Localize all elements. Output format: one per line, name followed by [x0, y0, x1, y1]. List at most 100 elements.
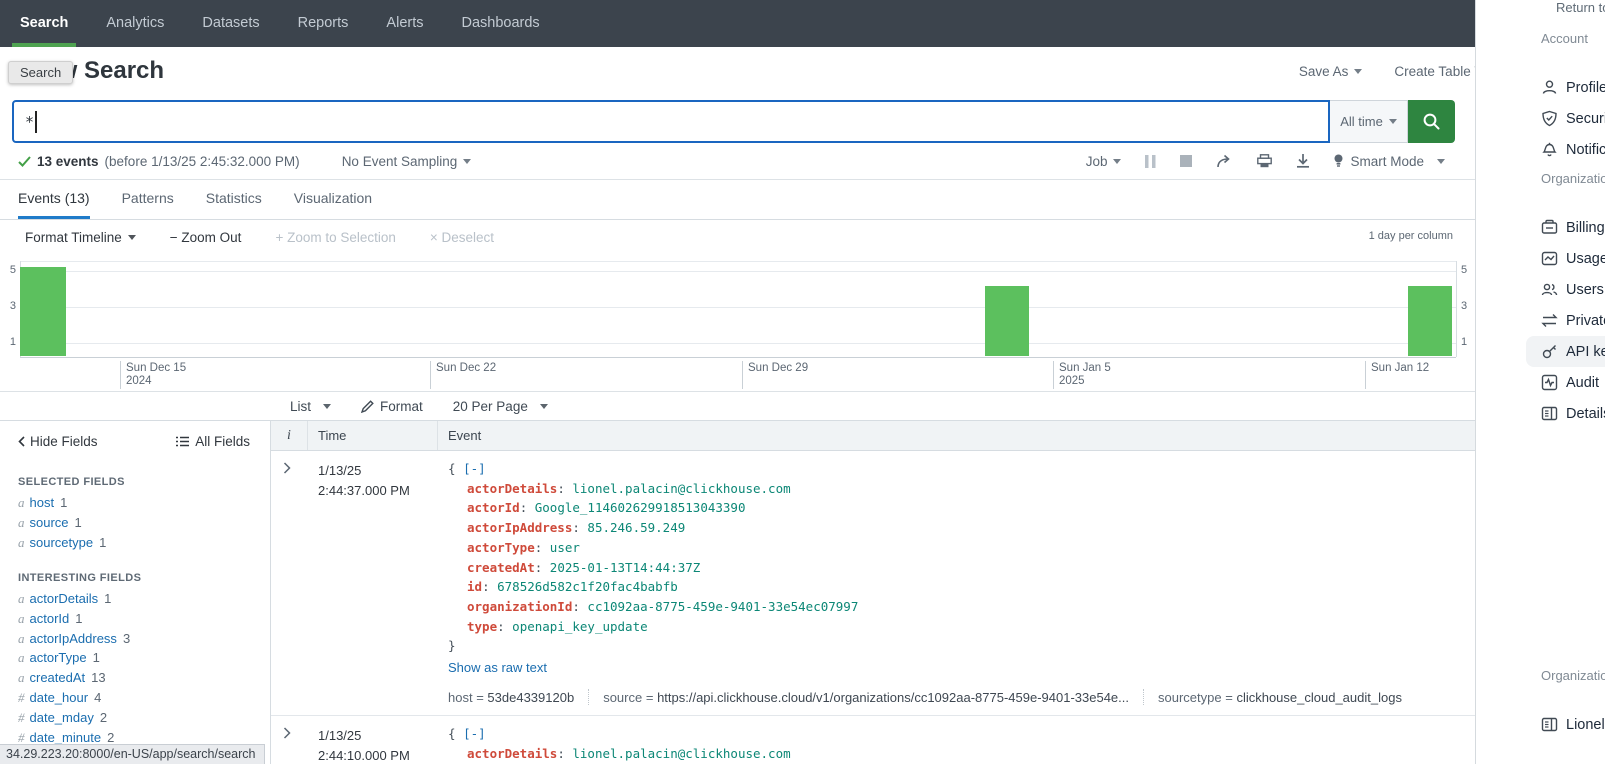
all-fields-button[interactable]: All Fields — [176, 434, 250, 449]
json-value[interactable]: lionel.palacin@clickhouse.com — [572, 746, 790, 761]
chevron-down-icon — [1389, 119, 1397, 124]
zoom-to-selection-button[interactable]: + Zoom to Selection — [275, 230, 395, 245]
chevron-right-icon — [283, 462, 291, 474]
nav-item[interactable]: Search — [20, 0, 68, 47]
menu-item-private-endpoints[interactable]: Private endpoints — [1526, 305, 1605, 336]
organizations-section: Organizations Lionel — [1541, 668, 1605, 740]
per-page-dropdown[interactable]: 20 Per Page — [453, 399, 548, 414]
search-tooltip: Search — [8, 61, 73, 84]
menu-item-api-keys[interactable]: API keys — [1526, 336, 1605, 367]
json-key[interactable]: type — [467, 619, 497, 634]
collapse-json-button[interactable]: [-] — [463, 461, 486, 476]
meta-host[interactable]: host = 53de4339120b — [448, 690, 574, 705]
histogram-bar[interactable] — [20, 267, 66, 356]
format-timeline-dropdown[interactable]: Format Timeline — [25, 230, 136, 245]
json-value[interactable]: 2025-01-13T14:44:37Z — [550, 560, 701, 575]
field-item[interactable]: asource1 — [18, 513, 270, 533]
event-sampling-dropdown[interactable]: No Event Sampling — [342, 154, 472, 169]
menu-item-profile[interactable]: Profile — [1526, 72, 1605, 103]
deselect-button[interactable]: × Deselect — [430, 230, 494, 245]
job-menu-button[interactable]: Job — [1086, 154, 1122, 169]
nav-item[interactable]: Alerts — [386, 0, 423, 47]
save-as-button[interactable]: Save As — [1299, 64, 1363, 79]
field-item[interactable]: aactorIpAddress3 — [18, 629, 270, 649]
cloud-settings-panel: Return to Account Profile Security Notif… — [1475, 0, 1605, 764]
meta-sourcetype[interactable]: sourcetype = clickhouse_cloud_audit_logs — [1158, 690, 1402, 705]
menu-item-organization-lionel[interactable]: Lionel — [1526, 709, 1605, 740]
pause-icon[interactable] — [1145, 155, 1156, 168]
hide-fields-button[interactable]: Hide Fields — [18, 434, 98, 449]
histogram-bar[interactable] — [985, 286, 1029, 356]
expand-event-button[interactable] — [283, 727, 291, 739]
menu-item-usage[interactable]: Usage — [1526, 243, 1605, 274]
download-icon[interactable] — [1296, 154, 1310, 168]
field-type-icon: a — [18, 535, 25, 550]
json-key[interactable]: createdAt — [467, 560, 535, 575]
smart-mode-dropdown[interactable]: Smart Mode — [1334, 154, 1445, 169]
json-value[interactable]: 678526d582c1f20fac4babfb — [497, 579, 678, 594]
field-item[interactable]: #date_hour4 — [18, 688, 270, 708]
json-key[interactable]: actorIpAddress — [467, 520, 572, 535]
json-key[interactable]: actorDetails — [467, 481, 557, 496]
nav-item[interactable]: Dashboards — [462, 0, 540, 47]
search-button[interactable] — [1408, 100, 1455, 143]
menu-item-audit[interactable]: Audit — [1526, 367, 1605, 398]
json-key[interactable]: id — [467, 579, 482, 594]
menu-item-notifications[interactable]: Notifications — [1526, 134, 1605, 165]
field-item[interactable]: aactorType1 — [18, 648, 270, 668]
json-key[interactable]: organizationId — [467, 599, 572, 614]
x-tick-label: Sun Jan 12 — [1365, 361, 1429, 389]
results-toolbar: List Format 20 Per Page — [271, 392, 1475, 420]
time-range-picker[interactable]: All time — [1330, 100, 1408, 143]
json-value[interactable]: 85.246.59.249 — [587, 520, 685, 535]
menu-item-security[interactable]: Security — [1526, 103, 1605, 134]
event-row: 1/13/25 2:44:10.000 PM { [-] actorDetail… — [271, 716, 1475, 764]
json-value[interactable]: openapi_key_update — [512, 619, 647, 634]
json-key[interactable]: actorType — [467, 540, 535, 555]
expand-event-button[interactable] — [283, 462, 291, 474]
json-value[interactable]: cc1092aa-8775-459e-9401-33e54ec07997 — [587, 599, 858, 614]
nav-item[interactable]: Datasets — [202, 0, 259, 47]
collapse-json-button[interactable]: [-] — [463, 726, 486, 741]
json-key[interactable]: actorId — [467, 500, 520, 515]
search-input[interactable]: * — [12, 100, 1330, 143]
json-value[interactable]: lionel.palacin@clickhouse.com — [572, 481, 790, 496]
stop-icon[interactable] — [1180, 155, 1192, 167]
meta-source[interactable]: source = https://api.clickhouse.cloud/v1… — [603, 690, 1129, 705]
field-item[interactable]: #date_mday2 — [18, 708, 270, 728]
list-view-dropdown[interactable]: List — [290, 399, 331, 414]
selected-fields-list: ahost1 asource1 asourcetype1 — [18, 493, 270, 553]
tab[interactable]: Visualization — [294, 180, 372, 219]
tab[interactable]: Statistics — [206, 180, 262, 219]
field-item[interactable]: aactorDetails1 — [18, 589, 270, 609]
usage-chart-icon — [1541, 250, 1558, 267]
nav-item[interactable]: Analytics — [106, 0, 164, 47]
event-json: { [-] actorDetails: lionel.palacin@click… — [448, 459, 1475, 656]
tab[interactable]: Events (13) — [18, 180, 90, 219]
selected-fields-header: SELECTED FIELDS — [18, 476, 270, 488]
share-icon[interactable] — [1216, 154, 1233, 168]
print-icon[interactable] — [1257, 154, 1272, 168]
field-item[interactable]: acreatedAt13 — [18, 668, 270, 688]
json-value[interactable]: user — [550, 540, 580, 555]
json-field: actorDetails: lionel.palacin@clickhouse.… — [448, 744, 1475, 764]
menu-item-details[interactable]: Details — [1526, 398, 1605, 429]
menu-item-users[interactable]: Users — [1526, 274, 1605, 305]
chevron-right-icon — [283, 727, 291, 739]
show-raw-text-link[interactable]: Show as raw text — [448, 660, 547, 675]
histogram-bar[interactable] — [1408, 286, 1452, 356]
field-item[interactable]: asourcetype1 — [18, 533, 270, 553]
json-value[interactable]: Google_114602629918513043390 — [535, 500, 746, 515]
format-button[interactable]: Format — [361, 399, 423, 414]
json-key[interactable]: actorDetails — [467, 746, 557, 761]
fields-sidebar: Hide Fields All Fields SELECTED FIELDS a… — [0, 420, 271, 764]
zoom-out-button[interactable]: − Zoom Out — [170, 230, 242, 245]
nav-item[interactable]: Reports — [298, 0, 349, 47]
menu-item-billing[interactable]: Billing — [1526, 212, 1605, 243]
return-to-link[interactable]: Return to — [1556, 0, 1605, 15]
search-query: * — [25, 113, 34, 131]
field-item[interactable]: aactorId1 — [18, 609, 270, 629]
tab[interactable]: Patterns — [122, 180, 174, 219]
events-table: i Time Event 1/13/25 2:44:37.000 PM { [-… — [271, 420, 1475, 764]
field-item[interactable]: ahost1 — [18, 493, 270, 513]
